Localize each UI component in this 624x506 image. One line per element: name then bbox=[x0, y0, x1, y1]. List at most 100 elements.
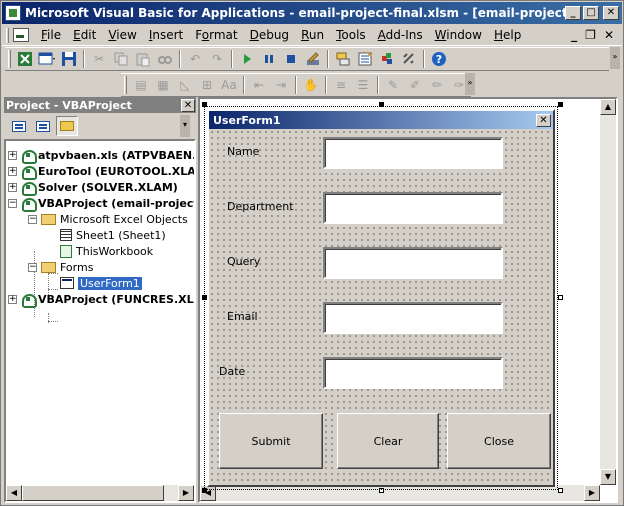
toolbar-overflow-chevron[interactable]: » bbox=[610, 47, 620, 69]
tree-item-eurotool[interactable]: + EuroTool (EUROTOOL.XLAM bbox=[8, 163, 194, 180]
clear-button[interactable]: Clear bbox=[337, 413, 439, 469]
resize-handle[interactable] bbox=[379, 102, 384, 107]
menu-grip[interactable] bbox=[6, 27, 9, 43]
menu-view[interactable]: View bbox=[102, 28, 142, 42]
toggle-breakpoint-icon[interactable]: ✋ bbox=[301, 75, 321, 95]
uncomment-block-icon[interactable]: ☰ bbox=[353, 75, 373, 95]
resize-handle[interactable] bbox=[202, 488, 207, 493]
scroll-thumb[interactable] bbox=[22, 485, 164, 501]
department-textbox[interactable] bbox=[323, 192, 503, 224]
userform-canvas[interactable]: Name Department Query Email Date Submit … bbox=[209, 129, 553, 485]
scroll-up-icon[interactable]: ▲ bbox=[600, 99, 616, 115]
menu-run[interactable]: Run bbox=[295, 28, 330, 42]
menu-edit[interactable]: Edit bbox=[67, 28, 102, 42]
tree-item-vbaproject-funcres[interactable]: + VBAProject (FUNCRES.XLAN bbox=[8, 291, 194, 308]
date-label[interactable]: Date bbox=[219, 365, 245, 378]
date-textbox[interactable] bbox=[323, 357, 503, 389]
form-document-icon[interactable] bbox=[13, 28, 29, 42]
design-mode-icon[interactable] bbox=[303, 49, 323, 69]
insert-userform-icon[interactable] bbox=[37, 49, 57, 69]
tree-item-forms[interactable]: − Forms bbox=[28, 259, 93, 275]
undo-icon[interactable]: ↶ bbox=[185, 49, 205, 69]
toolbox-icon[interactable] bbox=[399, 49, 419, 69]
tree-item-excel-objects[interactable]: − Microsoft Excel Objects bbox=[28, 211, 188, 227]
find-icon[interactable] bbox=[155, 49, 175, 69]
menu-window[interactable]: Window bbox=[429, 28, 488, 42]
toggle-folders-icon[interactable] bbox=[56, 116, 78, 136]
next-bookmark-icon[interactable]: ✐ bbox=[405, 75, 425, 95]
menu-insert[interactable]: Insert bbox=[143, 28, 189, 42]
tree-item-solver[interactable]: + Solver (SOLVER.XLAM) bbox=[8, 179, 178, 196]
resize-handle[interactable] bbox=[202, 102, 207, 107]
scroll-down-icon[interactable]: ▼ bbox=[600, 469, 616, 485]
toolbar-grip[interactable] bbox=[124, 76, 127, 94]
edit-toolbar-overflow-chevron[interactable]: » bbox=[465, 73, 475, 95]
close-button[interactable]: ✕ bbox=[603, 6, 619, 20]
tree-item-vbaproject-email[interactable]: − VBAProject (email-project bbox=[8, 195, 194, 212]
resize-handle[interactable] bbox=[379, 488, 384, 493]
run-icon[interactable] bbox=[237, 49, 257, 69]
list-constants-icon[interactable]: ▦ bbox=[153, 75, 173, 95]
scroll-right-icon[interactable]: ▶ bbox=[584, 485, 600, 501]
resize-handle[interactable] bbox=[558, 295, 563, 300]
outdent-icon[interactable]: ⇤ bbox=[249, 75, 269, 95]
menu-format[interactable]: Format bbox=[189, 28, 243, 42]
paste-icon[interactable] bbox=[133, 49, 153, 69]
tree-item-sheet1[interactable]: Sheet1 (Sheet1) bbox=[60, 227, 166, 243]
collapse-toggle[interactable]: − bbox=[8, 198, 17, 208]
menu-file[interactable]: File bbox=[35, 28, 67, 42]
tree-item-thisworkbook[interactable]: ThisWorkbook bbox=[60, 243, 153, 259]
view-code-icon[interactable] bbox=[8, 116, 30, 136]
resize-handle[interactable] bbox=[558, 102, 563, 107]
designer-vscrollbar[interactable]: ▲ ▼ bbox=[600, 99, 616, 485]
resize-handle[interactable] bbox=[558, 488, 563, 493]
list-properties-icon[interactable]: ▤ bbox=[131, 75, 151, 95]
redo-icon[interactable]: ↷ bbox=[207, 49, 227, 69]
project-explorer-icon[interactable] bbox=[333, 49, 353, 69]
expand-toggle[interactable]: + bbox=[8, 166, 17, 176]
doc-close-button[interactable]: ✕ bbox=[604, 28, 614, 42]
collapse-toggle[interactable]: − bbox=[28, 262, 37, 272]
project-explorer-close-button[interactable]: ✕ bbox=[181, 98, 195, 112]
userform-design[interactable]: UserForm1 ✕ Name Department Query Email … bbox=[204, 106, 558, 490]
tree-item-atpvbaen[interactable]: + atpvbaen.xls (ATPVBAEN.X bbox=[8, 147, 194, 164]
comment-block-icon[interactable]: ≡ bbox=[331, 75, 351, 95]
help-icon[interactable]: ? bbox=[429, 49, 449, 69]
object-browser-icon[interactable] bbox=[377, 49, 397, 69]
complete-word-icon[interactable]: Aa bbox=[219, 75, 239, 95]
toolbar-grip[interactable] bbox=[8, 50, 11, 68]
menu-add-ins[interactable]: Add-Ins bbox=[372, 28, 429, 42]
tree-item-userform1[interactable]: UserForm1 bbox=[60, 275, 142, 291]
scroll-right-icon[interactable]: ▶ bbox=[178, 485, 194, 501]
view-object-icon[interactable] bbox=[32, 116, 54, 136]
quick-info-icon[interactable]: ◺ bbox=[175, 75, 195, 95]
collapse-toggle[interactable]: − bbox=[28, 214, 37, 224]
submit-button[interactable]: Submit bbox=[219, 413, 323, 469]
menu-debug[interactable]: Debug bbox=[244, 28, 295, 42]
project-toolbar-chevron[interactable]: ▾ bbox=[180, 115, 190, 137]
userform-close-icon[interactable]: ✕ bbox=[536, 113, 551, 127]
cut-icon[interactable]: ✂ bbox=[89, 49, 109, 69]
doc-restore-button[interactable]: ❐ bbox=[585, 28, 596, 42]
name-textbox[interactable] bbox=[323, 137, 503, 169]
previous-bookmark-icon[interactable]: ✏ bbox=[427, 75, 447, 95]
menu-help[interactable]: Help bbox=[488, 28, 527, 42]
expand-toggle[interactable]: + bbox=[8, 294, 17, 304]
toggle-bookmark-icon[interactable]: ✎ bbox=[383, 75, 403, 95]
query-label[interactable]: Query bbox=[227, 255, 260, 268]
department-label[interactable]: Department bbox=[227, 200, 294, 213]
reset-icon[interactable] bbox=[281, 49, 301, 69]
properties-icon[interactable] bbox=[355, 49, 375, 69]
expand-toggle[interactable]: + bbox=[8, 182, 17, 192]
doc-minimize-button[interactable]: _ bbox=[571, 28, 577, 42]
parameter-info-icon[interactable]: ⊞ bbox=[197, 75, 217, 95]
project-tree-hscrollbar[interactable]: ◀ ▶ bbox=[6, 485, 194, 501]
minimize-button[interactable]: _ bbox=[565, 6, 581, 20]
break-icon[interactable] bbox=[259, 49, 279, 69]
excel-icon[interactable] bbox=[15, 49, 35, 69]
expand-toggle[interactable]: + bbox=[8, 150, 17, 160]
indent-icon[interactable]: ⇥ bbox=[271, 75, 291, 95]
maximize-button[interactable]: □ bbox=[583, 6, 599, 20]
close-form-button[interactable]: Close bbox=[447, 413, 551, 469]
scroll-left-icon[interactable]: ◀ bbox=[6, 485, 22, 501]
